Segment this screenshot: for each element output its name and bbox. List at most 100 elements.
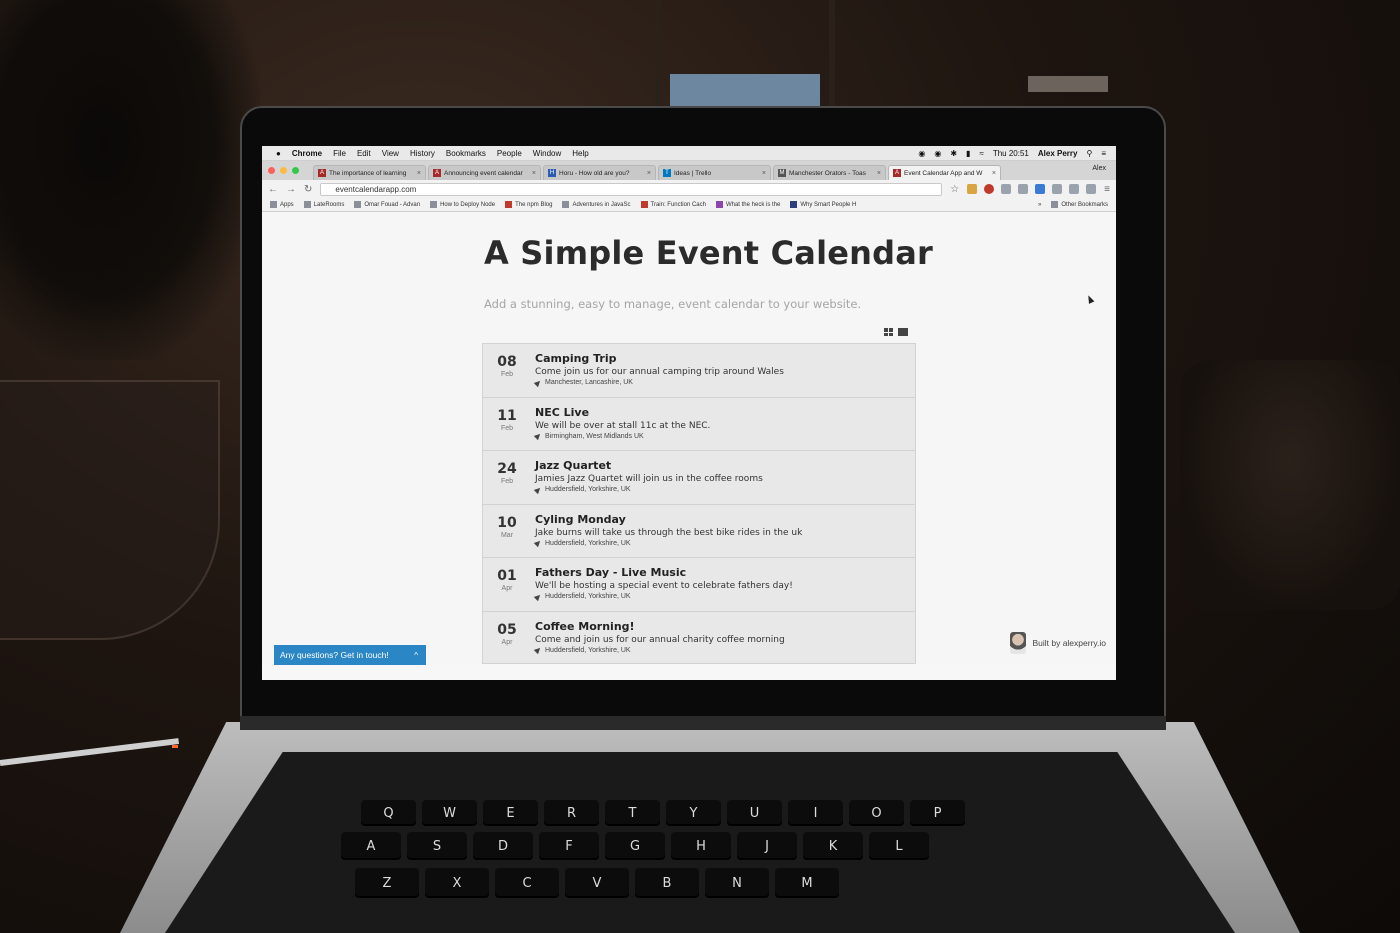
key[interactable]: I (788, 800, 843, 826)
key[interactable]: K (803, 832, 863, 860)
adblock-icon[interactable] (984, 184, 995, 194)
key[interactable]: Q (361, 800, 416, 826)
bookmark-item[interactable]: What the heck is the (715, 201, 780, 208)
menubar-item-file[interactable]: File (333, 149, 346, 158)
event-item[interactable]: 10 Mar Cyling Monday Jake burns will tak… (482, 503, 916, 557)
extension-icon[interactable] (1086, 184, 1097, 194)
menubar-user[interactable]: Alex Perry (1038, 149, 1078, 158)
status-icon[interactable]: ◉ (934, 149, 941, 158)
chrome-profile-button[interactable]: Alex (1092, 165, 1106, 172)
browser-tab-active[interactable]: A Event Calendar App and W × (888, 165, 1001, 180)
event-title[interactable]: Cyling Monday (535, 513, 626, 526)
event-item[interactable]: 11 Feb NEC Live We will be over at stall… (482, 396, 916, 450)
chevron-up-icon[interactable]: ^ (414, 651, 418, 660)
key[interactable]: C (495, 868, 559, 898)
bookmark-item[interactable]: Why Smart People H (790, 201, 856, 208)
wifi-icon[interactable]: ≈ (979, 149, 983, 158)
key[interactable]: D (473, 832, 533, 860)
extension-icon[interactable] (1052, 184, 1063, 194)
key[interactable]: O (849, 800, 904, 826)
event-title[interactable]: Jazz Quartet (535, 459, 611, 472)
event-item[interactable]: 24 Feb Jazz Quartet Jamies Jazz Quartet … (482, 450, 916, 504)
apple-icon[interactable]: ● (276, 149, 281, 158)
menubar-item-bookmarks[interactable]: Bookmarks (446, 149, 486, 158)
menubar-item-help[interactable]: Help (572, 149, 588, 158)
extension-icon[interactable] (967, 184, 978, 194)
menubar-item-edit[interactable]: Edit (357, 149, 371, 158)
address-bar[interactable]: eventcalendarapp.com (320, 182, 943, 196)
key[interactable]: A (341, 832, 401, 860)
bookmark-item[interactable]: LateRooms (303, 201, 344, 208)
event-item[interactable]: 08 Feb Camping Trip Come join us for our… (482, 343, 916, 397)
key[interactable]: H (671, 832, 731, 860)
maximize-window-button[interactable] (292, 167, 299, 174)
key[interactable]: Y (666, 800, 721, 826)
browser-tab[interactable]: H Horu - How old are you? × (543, 165, 656, 180)
key[interactable]: J (737, 832, 797, 860)
menubar-item-window[interactable]: Window (533, 149, 561, 158)
key[interactable]: R (544, 800, 599, 826)
close-tab-icon[interactable]: × (647, 170, 651, 177)
key[interactable]: B (635, 868, 699, 898)
status-icon[interactable]: ◉ (918, 149, 925, 158)
menubar-item-people[interactable]: People (497, 149, 522, 158)
menubar-item-history[interactable]: History (410, 149, 435, 158)
bookmark-item[interactable]: Adventures in JavaSc (562, 201, 631, 208)
bookmark-star-icon[interactable]: ☆ (950, 184, 959, 195)
chrome-menu-icon[interactable]: ≡ (1104, 184, 1110, 195)
close-tab-icon[interactable]: × (877, 170, 881, 177)
event-title[interactable]: NEC Live (535, 406, 589, 419)
event-title[interactable]: Fathers Day - Live Music (535, 566, 686, 579)
reload-icon[interactable]: ↻ (304, 184, 312, 195)
browser-tab[interactable]: T Ideas | Trello × (658, 165, 771, 180)
event-title[interactable]: Coffee Morning! (535, 620, 635, 633)
key[interactable]: M (775, 868, 839, 898)
menubar-clock[interactable]: Thu 20:51 (993, 149, 1029, 158)
menubar-app-name[interactable]: Chrome (292, 149, 322, 158)
key[interactable]: S (407, 832, 467, 860)
browser-tab[interactable]: A Announcing event calendar × (428, 165, 541, 180)
event-title[interactable]: Camping Trip (535, 352, 617, 365)
close-tab-icon[interactable]: × (417, 170, 421, 177)
built-by-badge[interactable]: Built by alexperry.io (1010, 632, 1106, 654)
notification-center-icon[interactable]: ≡ (1101, 149, 1106, 158)
key[interactable]: F (539, 832, 599, 860)
extension-icon[interactable] (1018, 184, 1029, 194)
bluetooth-icon[interactable]: ✱ (950, 149, 957, 158)
close-tab-icon[interactable]: × (532, 170, 536, 177)
bookmark-item[interactable]: Apps (270, 201, 294, 208)
key[interactable]: T (605, 800, 660, 826)
key[interactable]: Z (355, 868, 419, 898)
contact-help-bar[interactable]: Any questions? Get in touch! ^ (274, 645, 426, 665)
bookmark-item[interactable]: Omar Fouad - Advan (354, 201, 420, 208)
key[interactable]: V (565, 868, 629, 898)
battery-icon[interactable]: ▮ (966, 149, 970, 158)
list-view-icon[interactable] (898, 328, 908, 336)
close-tab-icon[interactable]: × (762, 170, 766, 177)
event-item[interactable]: 05 Apr Coffee Morning! Come and join us … (482, 610, 916, 664)
grid-view-icon[interactable] (884, 328, 893, 336)
bookmark-item[interactable]: How to Deploy Node (430, 201, 495, 208)
close-tab-icon[interactable]: × (992, 170, 996, 177)
extension-icon[interactable] (1035, 184, 1046, 194)
key[interactable]: P (910, 800, 965, 826)
extension-icon[interactable] (1001, 184, 1012, 194)
extension-icon[interactable] (1069, 184, 1080, 194)
bookmark-item[interactable]: Train: Function Cach (640, 201, 706, 208)
forward-arrow-icon[interactable]: → (286, 184, 296, 195)
spotlight-search-icon[interactable]: ⚲ (1086, 149, 1092, 158)
key[interactable]: X (425, 868, 489, 898)
key[interactable]: L (869, 832, 929, 860)
event-item[interactable]: 01 Apr Fathers Day - Live Music We'll be… (482, 557, 916, 611)
browser-tab[interactable]: A The importance of learning × (313, 165, 426, 180)
menubar-item-view[interactable]: View (382, 149, 399, 158)
minimize-window-button[interactable] (280, 167, 287, 174)
bookmarks-overflow-button[interactable]: » (1038, 202, 1041, 208)
key[interactable]: N (705, 868, 769, 898)
key[interactable]: G (605, 832, 665, 860)
close-window-button[interactable] (268, 167, 275, 174)
bookmark-item[interactable]: The npm Blog (505, 201, 552, 208)
browser-tab[interactable]: M Manchester Orators - Toas × (773, 165, 886, 180)
back-arrow-icon[interactable]: ← (268, 184, 278, 195)
other-bookmarks-folder[interactable]: Other Bookmarks (1051, 201, 1108, 208)
